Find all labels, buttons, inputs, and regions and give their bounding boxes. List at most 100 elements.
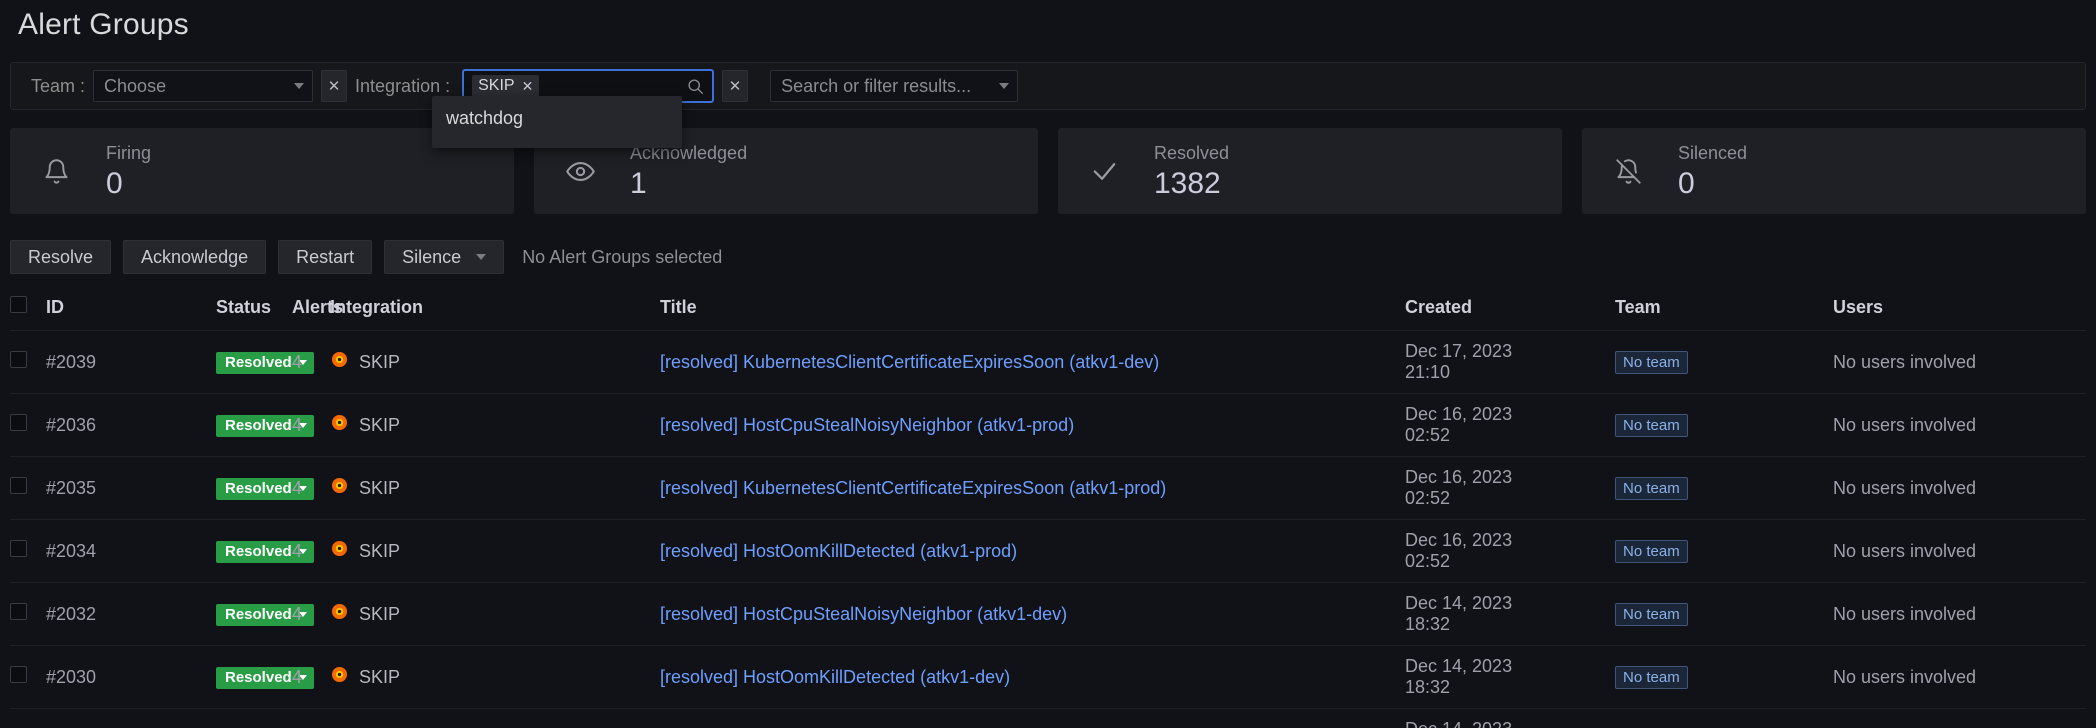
created-date: Dec 17, 2023 bbox=[1405, 341, 1513, 361]
integration-clear-button[interactable]: ✕ bbox=[722, 70, 749, 102]
row-checkbox[interactable] bbox=[10, 666, 27, 683]
alert-title-link[interactable]: [resolved] KubernetesClientCertificateEx… bbox=[660, 478, 1166, 498]
restart-button[interactable]: Restart bbox=[278, 240, 373, 274]
cell-integration: SKIP bbox=[330, 393, 660, 457]
silence-button-label: Silence bbox=[402, 246, 462, 267]
integration-icon bbox=[330, 602, 349, 626]
row-checkbox[interactable] bbox=[10, 603, 27, 620]
cell-integration: SKIP bbox=[330, 456, 660, 520]
integration-tag-skip[interactable]: SKIP ✕ bbox=[472, 75, 540, 97]
cell-integration: SKIP bbox=[330, 708, 660, 728]
column-header-users[interactable]: Users bbox=[1833, 290, 2086, 331]
cell-team: No team bbox=[1615, 645, 1833, 709]
alert-title-link[interactable]: [resolved] HostCpuStealNoisyNeighbor (at… bbox=[660, 604, 1067, 624]
team-clear-button[interactable]: ✕ bbox=[321, 70, 348, 102]
cell-created: Dec 17, 2023 21:10 bbox=[1405, 330, 1615, 394]
status-badge-label: Resolved bbox=[225, 542, 292, 560]
bell-icon bbox=[40, 158, 72, 185]
search-filter-placeholder: Search or filter results... bbox=[781, 75, 972, 96]
stat-label: Resolved bbox=[1154, 142, 1230, 163]
column-header-integration[interactable]: Integration bbox=[330, 290, 660, 331]
row-checkbox[interactable] bbox=[10, 477, 27, 494]
status-badge-label: Resolved bbox=[225, 353, 292, 371]
stat-label: Firing bbox=[106, 142, 152, 163]
alert-title-link[interactable]: [resolved] HostOomKillDetected (atkv1-pr… bbox=[660, 541, 1017, 561]
eye-icon bbox=[564, 157, 596, 186]
cell-users: No users involved bbox=[1833, 645, 2086, 709]
column-header-alerts[interactable]: Alerts bbox=[292, 290, 343, 331]
status-badge-label: Resolved bbox=[225, 479, 292, 497]
cell-integration: SKIP bbox=[330, 519, 660, 583]
cell-users: No users involved bbox=[1833, 330, 2086, 394]
stat-card-resolved[interactable]: Resolved 1382 bbox=[1058, 128, 1562, 214]
created-time: 02:52 bbox=[1405, 425, 1451, 445]
row-checkbox[interactable] bbox=[10, 414, 27, 431]
silence-button[interactable]: Silence bbox=[384, 240, 505, 274]
stat-value: 0 bbox=[106, 166, 123, 200]
stat-card-silenced[interactable]: Silenced 0 bbox=[1582, 128, 2086, 214]
column-header-title[interactable]: Title bbox=[660, 290, 1405, 331]
status-badge-label: Resolved bbox=[225, 416, 292, 434]
cell-id: #2029 bbox=[46, 708, 216, 728]
acknowledge-button[interactable]: Acknowledge bbox=[123, 240, 267, 274]
table-row[interactable]: #2030 Resolved 4 SKIP [resolved] HostOom… bbox=[10, 645, 2086, 709]
integration-name: SKIP bbox=[359, 477, 401, 498]
column-header-created[interactable]: Created bbox=[1405, 290, 1615, 331]
cell-id: #2036 bbox=[46, 393, 216, 457]
table-row[interactable]: #2039 Resolved 4 SKIP [resolved] Kuberne… bbox=[10, 330, 2086, 394]
cell-created: Dec 16, 2023 02:52 bbox=[1405, 456, 1615, 520]
integration-icon bbox=[330, 476, 349, 500]
cell-title: [resolved] KubernetesClientCertificateEx… bbox=[660, 330, 1405, 394]
cell-created: Dec 14, 2023 18:32 bbox=[1405, 645, 1615, 709]
table-row[interactable]: #2034 Resolved 4 SKIP [resolved] HostOom… bbox=[10, 519, 2086, 583]
cell-created: Dec 16, 2023 02:52 bbox=[1405, 393, 1615, 457]
table-row[interactable]: #2036 Resolved 4 SKIP [resolved] HostCpu… bbox=[10, 393, 2086, 457]
cell-users: No users involved bbox=[1833, 519, 2086, 583]
cell-title: [resolved] KubernetesClientCertificateEx… bbox=[660, 456, 1405, 520]
column-header-status[interactable]: Status bbox=[216, 290, 292, 331]
integration-dropdown-menu[interactable]: watchdog bbox=[432, 96, 682, 148]
status-badge-label: Resolved bbox=[225, 668, 292, 686]
alert-title-link[interactable]: [resolved] KubernetesClientCertificateEx… bbox=[660, 352, 1159, 372]
dropdown-option-watchdog[interactable]: watchdog bbox=[432, 102, 682, 134]
integration-filter-label: Integration : bbox=[355, 75, 451, 96]
select-all-checkbox[interactable] bbox=[10, 296, 27, 313]
cell-id: #2034 bbox=[46, 519, 216, 583]
created-date: Dec 14, 2023 bbox=[1405, 656, 1513, 676]
team-badge[interactable]: No team bbox=[1615, 602, 1688, 626]
close-icon[interactable]: ✕ bbox=[522, 79, 534, 93]
resolve-button[interactable]: Resolve bbox=[10, 240, 112, 274]
cell-status: Resolved bbox=[216, 330, 314, 394]
team-badge[interactable]: No team bbox=[1615, 350, 1688, 374]
row-select-cell bbox=[10, 393, 46, 457]
row-checkbox[interactable] bbox=[10, 351, 27, 368]
alert-title-link[interactable]: [resolved] HostOomKillDetected (atkv1-de… bbox=[660, 667, 1010, 687]
alert-title-link[interactable]: [resolved] HostCpuStealNoisyNeighbor (at… bbox=[660, 415, 1074, 435]
cell-team: No team bbox=[1615, 519, 1833, 583]
table-row[interactable]: #2035 Resolved 4 SKIP [resolved] Kuberne… bbox=[10, 456, 2086, 520]
cell-title: [resolved] HostCpuStealNoisyNeighbor (at… bbox=[660, 393, 1405, 457]
integration-icon bbox=[330, 539, 349, 563]
column-header-team[interactable]: Team bbox=[1615, 290, 1833, 331]
row-checkbox[interactable] bbox=[10, 540, 27, 557]
team-badge[interactable]: No team bbox=[1615, 665, 1688, 689]
cell-alerts: 4 bbox=[292, 708, 330, 728]
table-row[interactable]: #2029 Resolved 4 SKIP [resolved] bbox=[10, 708, 2086, 728]
search-filter-select[interactable]: Search or filter results... bbox=[770, 70, 1019, 102]
column-header-id[interactable]: ID bbox=[46, 290, 216, 331]
created-date: Dec 14, 2023 bbox=[1405, 719, 1615, 728]
integration-name: SKIP bbox=[359, 414, 401, 435]
team-badge[interactable]: No team bbox=[1615, 539, 1688, 563]
integration-icon bbox=[330, 413, 349, 437]
table-row[interactable]: #2032 Resolved 4 SKIP [resolved] HostCpu… bbox=[10, 582, 2086, 646]
cell-integration: SKIP bbox=[330, 582, 660, 646]
alert-groups-table: ID Status Alerts Integration Title Creat… bbox=[10, 290, 2086, 728]
team-badge[interactable]: No team bbox=[1615, 476, 1688, 500]
cell-id: #2032 bbox=[46, 582, 216, 646]
stat-value: 1 bbox=[630, 166, 647, 200]
team-badge[interactable]: No team bbox=[1615, 413, 1688, 437]
integration-name: SKIP bbox=[359, 540, 401, 561]
created-date: Dec 16, 2023 bbox=[1405, 404, 1513, 424]
team-select[interactable]: Choose bbox=[93, 70, 314, 102]
cell-team: No team bbox=[1615, 393, 1833, 457]
